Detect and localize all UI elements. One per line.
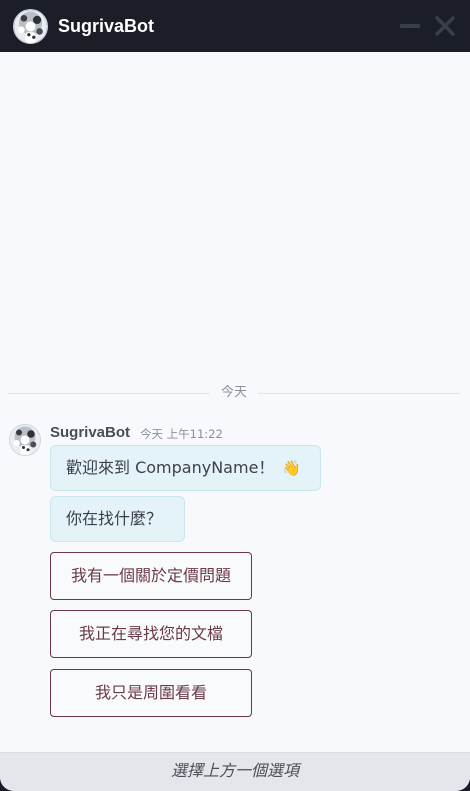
date-label: 今天 [220,385,247,400]
message-text: 歡迎來到 CompanyName！ [66,458,275,477]
minimize-icon [400,24,420,28]
divider [258,393,460,394]
quick-reply-pricing-question[interactable]: 我有一個關於定價問題 [50,552,252,600]
quick-reply-looking-for-docs[interactable]: 我正在尋找您的文檔 [50,610,252,658]
divider [8,393,210,394]
message-bubble: 歡迎來到 CompanyName！ 👋 [50,445,321,491]
sender-name: SugrivaBot [50,424,131,441]
message-text: 你在找什麼？ [66,509,163,528]
date-separator: 今天 [8,384,460,402]
chat-widget: SugrivaBot 今天 SugrivaBot 今天 上午11:22 歡迎來到… [0,0,470,791]
quick-reply-just-browsing[interactable]: 我只是周圍看看 [50,669,252,717]
chat-footer: 選擇上方一個選項 [0,752,470,791]
bot-avatar-icon [9,424,41,456]
footer-hint: 選擇上方一個選項 [170,761,299,780]
close-button[interactable] [433,14,457,38]
message-timestamp: 今天 上午11:22 [140,427,223,441]
message-bubble: 你在找什麼？ [50,496,185,542]
chat-header: SugrivaBot [0,0,470,52]
bot-title: SugrivaBot [58,16,155,36]
minimize-button[interactable] [398,14,422,38]
close-icon [435,16,455,36]
waving-hand-icon: 👋 [282,459,302,477]
bot-avatar-icon [13,9,48,44]
